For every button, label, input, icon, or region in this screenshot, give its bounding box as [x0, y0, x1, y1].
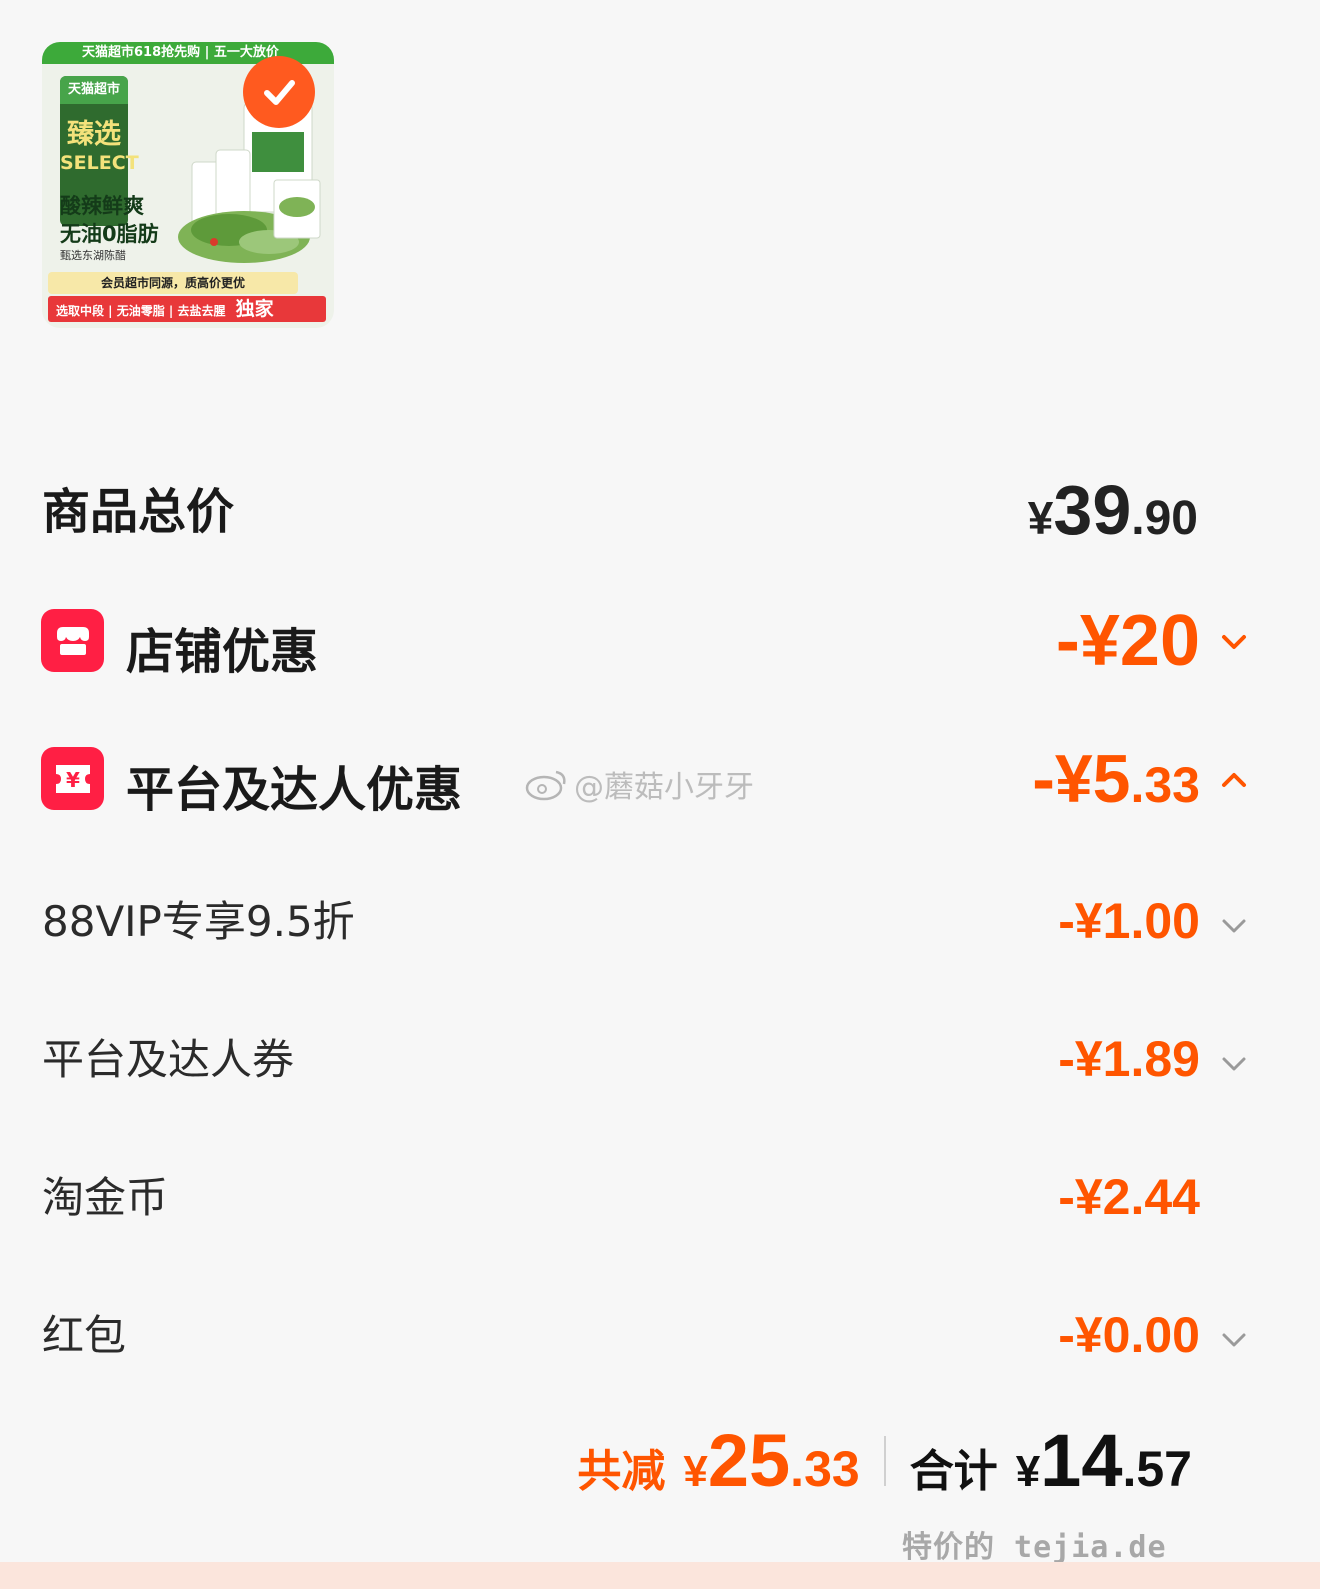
brand-badge-top: 天猫超市: [60, 76, 128, 104]
total-discount-label: 共减: [577, 1447, 666, 1496]
store-discount-label: 店铺优惠: [126, 624, 319, 680]
vip-discount-label: 88VIP专享9.5折: [42, 897, 355, 946]
chevron-down-icon[interactable]: [1218, 1324, 1250, 1356]
exclusive-tag: 独家: [235, 298, 274, 320]
coupon-discount-label: 平台及达人券: [42, 1035, 295, 1084]
product-small-text: 甄选东湖陈醋: [60, 249, 126, 262]
summary-divider: [883, 1435, 886, 1486]
taojinbi-row: 淘金币 -¥2.44: [0, 1160, 1320, 1230]
total-discount-integer: 25: [707, 1419, 791, 1502]
total-price-integer: 39: [1053, 471, 1132, 549]
vip-discount-row[interactable]: 88VIP专享9.5折 -¥1.00: [0, 884, 1320, 954]
total-price-yen: ¥: [1027, 492, 1054, 544]
chevron-down-icon[interactable]: [1218, 626, 1250, 658]
grand-total-decimal: .57: [1122, 1441, 1192, 1497]
red-packet-label: 红包: [42, 1311, 127, 1360]
coupon-discount-row[interactable]: 平台及达人券 -¥1.89: [0, 1022, 1320, 1092]
total-price-label: 商品总价: [42, 484, 235, 540]
weibo-icon: [525, 770, 566, 801]
red-packet-row[interactable]: 红包 -¥0.00: [0, 1298, 1320, 1368]
platform-discount-main: -¥5: [1032, 741, 1131, 817]
total-price-decimal: .90: [1131, 492, 1198, 545]
platform-discount-label: 平台及达人优惠: [126, 762, 463, 818]
store-discount-amount: -¥20: [1055, 601, 1200, 681]
order-summary: 共减 ¥ 25 .33 合计 ¥ 14 .57: [577, 1418, 1192, 1503]
platform-discount-amount: -¥5.33: [1032, 740, 1200, 818]
grand-total-integer: 14: [1040, 1419, 1123, 1502]
total-discount-decimal: .33: [790, 1441, 860, 1497]
total-price-row: 商品总价 ¥39.90: [0, 470, 1320, 549]
coupon-yuan-icon: ¥: [41, 747, 104, 810]
site-watermark: 特价的 tejia.de: [902, 1530, 1167, 1565]
coupon-discount-amount: -¥1.89: [1058, 1031, 1200, 1087]
product-slogan-2: 无油0脂肪: [60, 222, 159, 246]
selected-check-icon[interactable]: [243, 56, 315, 128]
product-features-bar: 选取中段 | 无油零脂 | 去盐去腥 独家: [48, 296, 326, 322]
grand-total-yen: ¥: [1015, 1447, 1041, 1496]
chevron-down-icon[interactable]: [1218, 1048, 1250, 1080]
total-price-amount: ¥39.90: [1028, 470, 1198, 550]
taojinbi-amount: -¥2.44: [1058, 1169, 1200, 1225]
chevron-up-icon[interactable]: [1218, 764, 1250, 796]
watermark-text: @蘑菇小牙牙: [574, 770, 754, 805]
svg-text:¥: ¥: [66, 768, 80, 792]
store-discount-row[interactable]: 店铺优惠 -¥20: [0, 601, 1320, 684]
grand-total-label: 合计: [909, 1447, 998, 1496]
brand-badge-title: 臻选: [67, 119, 121, 150]
total-discount-yen: ¥: [683, 1447, 708, 1496]
red-packet-amount: -¥0.00: [1058, 1307, 1200, 1363]
bottom-strip: [0, 1562, 1320, 1589]
watermark: @蘑菇小牙牙: [524, 762, 754, 806]
seaweed-product-illustration: [178, 102, 321, 263]
product-features: 选取中段 | 无油零脂 | 去盐去腥: [56, 304, 226, 318]
chevron-down-icon[interactable]: [1218, 910, 1250, 942]
vip-discount-amount: -¥1.00: [1058, 893, 1200, 949]
product-slogan-1: 酸辣鲜爽: [60, 194, 144, 218]
store-icon: [41, 609, 104, 672]
brand-badge-sub: SELECT: [60, 152, 139, 174]
taojinbi-label: 淘金币: [42, 1173, 169, 1222]
platform-discount-decimal: .33: [1130, 757, 1200, 813]
product-tagline: 会员超市同源，质高价更优: [48, 272, 298, 294]
